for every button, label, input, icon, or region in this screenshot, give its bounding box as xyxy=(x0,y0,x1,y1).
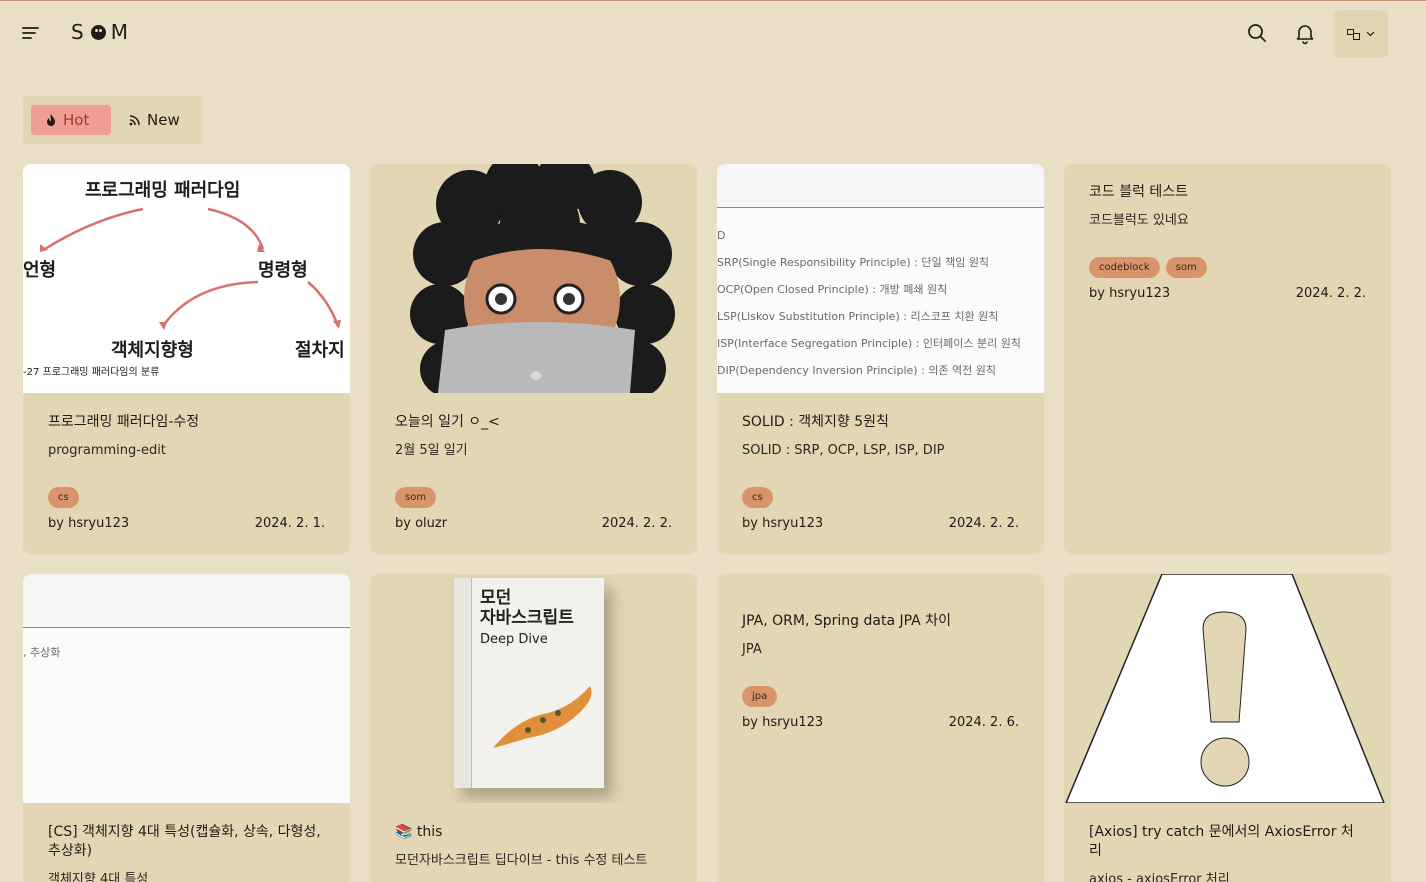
menu-icon[interactable] xyxy=(21,23,41,43)
post-description: axios - axiosError 처리 xyxy=(1089,872,1230,882)
post-card[interactable]: , 추상화 [CS] 객체지향 4대 특성(캡슐화, 상속, 다형성, 추상화)… xyxy=(23,574,350,882)
post-title: [CS] 객체지향 4대 특성(캡슐화, 상속, 다형성, 추상화) xyxy=(48,824,321,859)
post-description: programming-edit xyxy=(48,443,166,458)
post-thumbnail: 프로그래밍 패러다임 언형 명령형 객체지향형 절차지 -27 프로그래밍 패러… xyxy=(23,164,350,393)
post-card[interactable]: 코드 블럭 테스트 코드블럭도 있네요 codeblock som by hsr… xyxy=(1064,164,1391,554)
post-thumbnail: , 추상화 xyxy=(23,574,350,803)
translate-icon xyxy=(1346,28,1360,40)
post-date: 2024. 2. 6. xyxy=(948,715,1019,730)
post-thumbnail: D SRP(Single Responsibility Principle) :… xyxy=(717,164,1044,393)
tag[interactable]: som xyxy=(395,487,437,508)
tab-hot[interactable]: Hot xyxy=(31,105,111,135)
tag[interactable]: som xyxy=(1165,257,1207,278)
warning-icon xyxy=(1065,574,1385,803)
logo-face-icon xyxy=(90,24,106,40)
language-button[interactable] xyxy=(1333,10,1388,58)
post-title: 📚 this xyxy=(395,824,443,840)
bell-icon[interactable] xyxy=(1293,21,1317,45)
post-description: SOLID : SRP, OCP, LSP, ISP, DIP xyxy=(742,443,945,458)
post-title: [Axios] try catch 문에서의 AxiosError 처리 xyxy=(1089,824,1354,859)
tag[interactable]: jpa xyxy=(742,686,778,707)
avatar-image xyxy=(410,164,675,393)
search-icon[interactable] xyxy=(1245,21,1269,45)
tag[interactable]: cs xyxy=(48,487,79,508)
post-card[interactable]: [Axios] try catch 문에서의 AxiosError 처리 axi… xyxy=(1064,574,1391,882)
post-author: by hsryu123 xyxy=(742,516,824,531)
post-description: 객체지향 4대 특성 xyxy=(48,872,149,882)
post-description: 2월 5일 일기 xyxy=(395,443,468,458)
post-description: 모던자바스크립트 딥다이브 - this 수정 테스트 xyxy=(395,853,648,868)
logo[interactable]: S M xyxy=(71,20,130,44)
post-thumbnail: 모던 자바스크립트 Deep Dive xyxy=(370,574,697,803)
post-author: by hsryu123 xyxy=(1089,286,1171,301)
post-card[interactable]: JPA, ORM, Spring data JPA 차이 JPA jpa by … xyxy=(717,574,1044,882)
tab-new[interactable]: New xyxy=(115,105,194,135)
post-description: JPA xyxy=(742,642,762,657)
post-author: by hsryu123 xyxy=(742,715,824,730)
tag[interactable]: cs xyxy=(742,487,773,508)
post-thumbnail xyxy=(370,164,697,393)
post-thumbnail xyxy=(1064,574,1391,803)
rss-icon xyxy=(129,115,140,126)
post-title: SOLID : 객체지향 5원칙 xyxy=(742,414,889,430)
post-date: 2024. 2. 1. xyxy=(254,516,325,531)
fire-icon xyxy=(47,114,55,126)
post-date: 2024. 2. 2. xyxy=(948,516,1019,531)
book-image: 모던 자바스크립트 Deep Dive xyxy=(454,578,604,788)
post-title: 코드 블럭 테스트 xyxy=(1089,184,1189,200)
post-description: 코드블럭도 있네요 xyxy=(1089,213,1189,228)
post-title: 오늘의 일기 ㅇ_< xyxy=(395,414,500,430)
post-author: by hsryu123 xyxy=(48,516,130,531)
post-card[interactable]: 프로그래밍 패러다임 언형 명령형 객체지향형 절차지 -27 프로그래밍 패러… xyxy=(23,164,350,554)
post-date: 2024. 2. 2. xyxy=(601,516,672,531)
tag[interactable]: codeblock xyxy=(1089,257,1160,278)
post-title: JPA, ORM, Spring data JPA 차이 xyxy=(742,613,951,629)
chevron-down-icon xyxy=(1366,31,1374,37)
post-author: by oluzr xyxy=(395,516,448,531)
post-card[interactable]: D SRP(Single Responsibility Principle) :… xyxy=(717,164,1044,554)
post-card[interactable]: 모던 자바스크립트 Deep Dive 📚 this 모던자바스크립트 딥다이브… xyxy=(370,574,697,882)
post-title: 프로그래밍 패러다임-수정 xyxy=(48,414,200,430)
post-date: 2024. 2. 2. xyxy=(1295,286,1366,301)
filter-tabs: Hot New xyxy=(23,96,203,144)
post-card[interactable]: 오늘의 일기 ㅇ_< 2월 5일 일기 som by oluzr 2024. 2… xyxy=(370,164,697,554)
top-bar: S M xyxy=(0,1,1426,65)
